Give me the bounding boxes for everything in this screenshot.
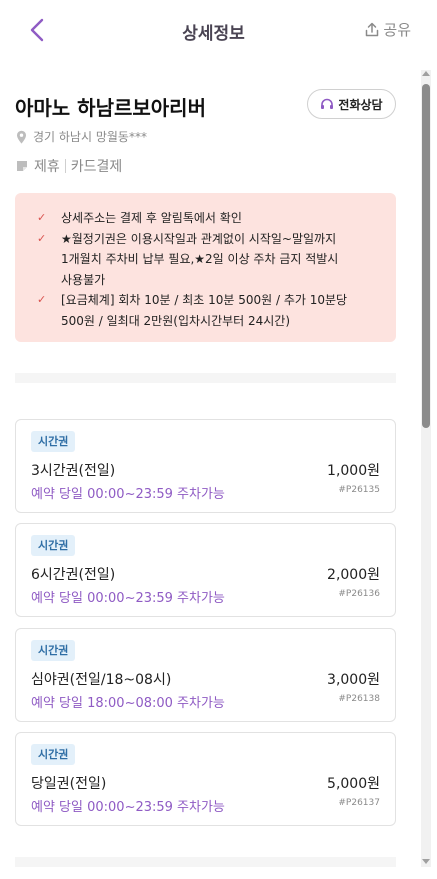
ticket-type-badge: 시간권: [31, 431, 76, 452]
scroll-down-arrow-icon[interactable]: [422, 859, 430, 864]
notice-line: [요금체계] 회차 10분 / 최초 10분 500원 / 추가 10분당: [61, 293, 348, 307]
ticket-price: 2,000원: [327, 567, 380, 583]
notice-line: 사용불가: [61, 272, 106, 287]
scroll-up-arrow-icon[interactable]: [422, 71, 430, 76]
ticket-type-badge: 시간권: [31, 744, 76, 765]
ticket-name: 당일권(전일): [31, 776, 107, 792]
notice-line: 상세주소는 결제 후 알림톡에서 확인: [61, 211, 242, 225]
phone-consult-button[interactable]: 전화상담: [307, 89, 396, 119]
ticket-time: 예약 당일 00:00~23:59 주차가능: [31, 591, 225, 606]
ticket-time: 예약 당일 18:00~08:00 주차가능: [31, 696, 225, 711]
phone-consult-label: 전화상담: [338, 97, 383, 112]
address-text: 경기 하남시 망월동***: [33, 130, 147, 144]
ticket-time: 예약 당일 00:00~23:59 주차가능: [31, 487, 225, 502]
check-icon: ✓: [37, 211, 47, 224]
ticket-card[interactable]: 시간권 6시간권(전일) 2,000원 예약 당일 00:00~23:59 주차…: [15, 523, 396, 617]
section-divider: [15, 857, 396, 867]
notice-box: ✓ 상세주소는 결제 후 알림톡에서 확인 ✓ ★월정기권은 이용시작일과 관계…: [15, 193, 396, 342]
tag-divider: [64, 159, 66, 173]
ticket-price: 1,000원: [327, 463, 380, 479]
ticket-name: 3시간권(전일): [31, 463, 116, 479]
address-row: 경기 하남시 망월동***: [16, 128, 147, 145]
ticket-code: #P26135: [338, 485, 380, 495]
ticket-card[interactable]: 시간권 3시간권(전일) 1,000원 예약 당일 00:00~23:59 주차…: [15, 419, 396, 513]
tag-partner: 제휴: [34, 159, 60, 175]
ticket-code: #P26136: [338, 589, 380, 599]
feature-tags: 제휴 카드결제: [16, 156, 122, 176]
parking-lot-name: 아마노 하남르보아리버: [15, 96, 206, 120]
top-app-bar: 상세정보 공유: [0, 0, 437, 62]
notice-line: 1개월치 주차비 납부 필요,★2일 이상 주차 금지 적발시: [61, 252, 339, 266]
headset-icon: [321, 98, 334, 109]
check-icon: ✓: [37, 293, 47, 306]
note-icon: [17, 161, 27, 171]
notice-item: ✓ ★월정기권은 이용시작일과 관계없이 시작일~말일까지 1개월치 주차비 납…: [37, 229, 376, 291]
share-label: 공유: [383, 21, 411, 39]
ticket-card[interactable]: 시간권 심야권(전일/18~08시) 3,000원 예약 당일 18:00~08…: [15, 628, 396, 722]
ticket-name: 심야권(전일/18~08시): [31, 672, 172, 688]
notice-line: ★월정기권은 이용시작일과 관계없이 시작일~말일까지: [61, 231, 337, 246]
ticket-card[interactable]: 시간권 당일권(전일) 5,000원 예약 당일 00:00~23:59 주차가…: [15, 732, 396, 826]
share-button[interactable]: 공유: [365, 19, 411, 40]
share-icon: [366, 22, 379, 37]
scrollbar-thumb[interactable]: [422, 84, 430, 428]
ticket-code: #P26137: [338, 798, 380, 808]
ticket-price: 3,000원: [327, 672, 380, 688]
location-pin-icon: [17, 130, 26, 143]
ticket-type-badge: 시간권: [31, 640, 76, 661]
ticket-type-badge: 시간권: [31, 535, 76, 556]
check-icon: ✓: [37, 231, 47, 245]
ticket-name: 6시간권(전일): [31, 567, 116, 583]
ticket-code: #P26138: [338, 694, 380, 704]
notice-line: 500원 / 일최대 2만원(입차시간부터 24시간): [61, 313, 291, 328]
ticket-time: 예약 당일 00:00~23:59 주차가능: [31, 800, 225, 815]
notice-item: ✓ [요금체계] 회차 10분 / 최초 10분 500원 / 추가 10분당 …: [37, 290, 376, 331]
tag-card-payment: 카드결제: [70, 159, 123, 175]
ticket-price: 5,000원: [327, 776, 380, 792]
section-divider: [15, 373, 396, 383]
notice-item: ✓ 상세주소는 결제 후 알림톡에서 확인: [37, 208, 376, 229]
page-title: 상세정보: [182, 24, 245, 44]
